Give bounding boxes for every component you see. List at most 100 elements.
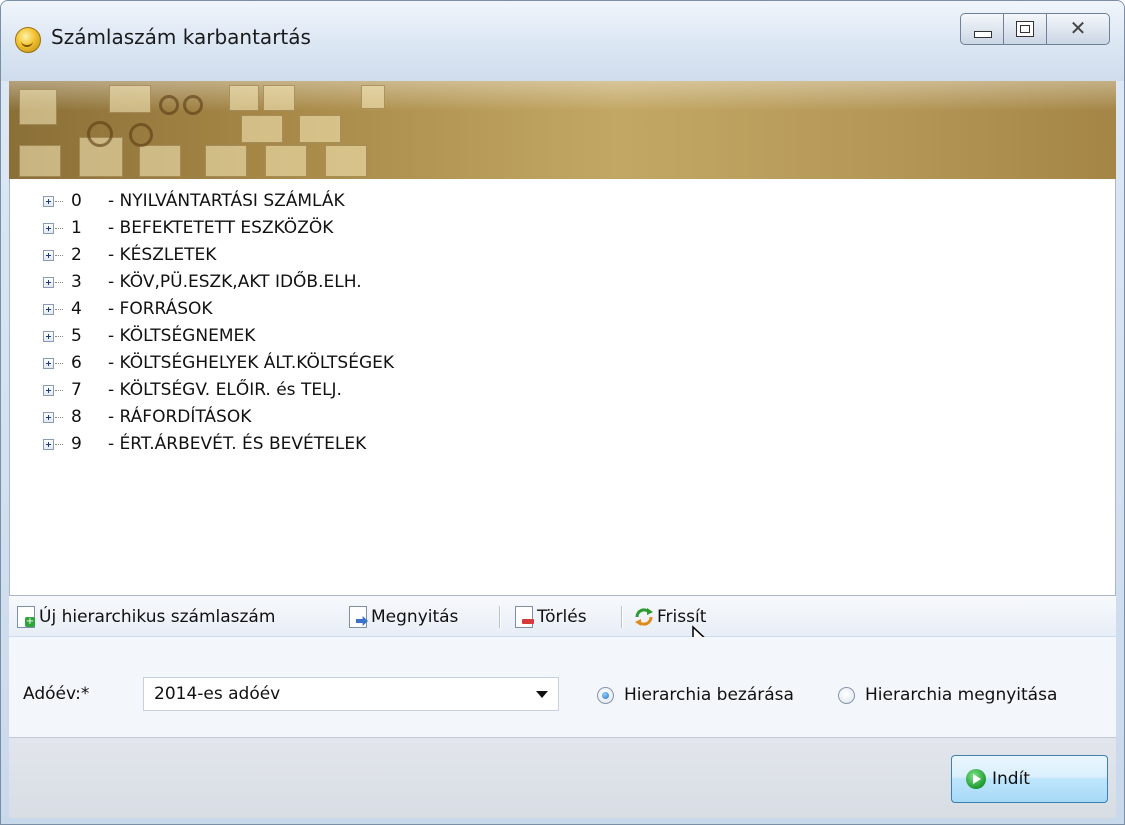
tree-row[interactable]: 9 - ÉRT.ÁRBEVÉT. ÉS BEVÉTELEK xyxy=(10,432,610,458)
new-hierarchical-account-button[interactable]: + Új hierarchikus számlaszám xyxy=(17,604,275,630)
expand-plus-icon[interactable] xyxy=(43,196,54,207)
delete-button[interactable]: Törlés xyxy=(515,604,587,630)
account-label: - RÁFORDÍTÁSOK xyxy=(108,407,252,427)
account-code: 9 xyxy=(71,434,82,454)
account-label: - NYILVÁNTARTÁSI SZÁMLÁK xyxy=(108,191,345,211)
tree-row[interactable]: 7 - KÖLTSÉGV. ELŐIR. és TELJ. xyxy=(10,378,610,404)
tax-year-value: 2014-es adóév xyxy=(154,684,281,704)
tax-year-select[interactable]: 2014-es adóév xyxy=(143,677,559,711)
tree-row[interactable]: 2 - KÉSZLETEK xyxy=(10,243,610,269)
maximize-button[interactable] xyxy=(1003,13,1047,45)
expand-plus-icon[interactable] xyxy=(43,439,54,450)
account-code: 3 xyxy=(71,272,82,292)
account-label: - KÖLTSÉGV. ELŐIR. és TELJ. xyxy=(108,380,342,400)
tree-row[interactable]: 4 - FORRÁSOK xyxy=(10,297,610,323)
start-button[interactable]: Indít xyxy=(951,755,1108,803)
account-code: 8 xyxy=(71,407,82,427)
expand-plus-icon[interactable] xyxy=(43,358,54,369)
close-button[interactable]: ✕ xyxy=(1046,13,1110,45)
refresh-button-label: Frissít xyxy=(657,607,707,627)
minimize-icon xyxy=(974,31,992,38)
banner-ornament xyxy=(159,95,179,115)
tree-connector xyxy=(55,201,63,202)
main-window: Számlaszám karbantartás ✕ 0 - NYILVÁNTAR… xyxy=(0,0,1125,825)
expand-plus-icon[interactable] xyxy=(43,223,54,234)
banner-tile xyxy=(19,89,57,125)
banner-tile xyxy=(299,115,341,143)
banner-tile xyxy=(325,145,367,177)
expand-plus-icon[interactable] xyxy=(43,412,54,423)
account-label: - KÖLTSÉGHELYEK ÁLT.KÖLTSÉGEK xyxy=(108,353,395,373)
banner-tile xyxy=(109,85,151,113)
account-code: 2 xyxy=(71,245,82,265)
account-code: 1 xyxy=(71,218,82,238)
radio-button-selected[interactable] xyxy=(597,686,614,704)
close-icon: ✕ xyxy=(1069,16,1087,40)
radio-close-label: Hierarchia bezárása xyxy=(624,685,794,705)
expand-plus-icon[interactable] xyxy=(43,331,54,342)
banner-tile xyxy=(361,85,385,109)
tree-connector xyxy=(55,282,63,283)
banner-tile xyxy=(265,145,307,177)
open-document-icon xyxy=(349,606,368,628)
tree-row[interactable]: 8 - RÁFORDÍTÁSOK xyxy=(10,405,610,431)
filter-panel: Adóév:* 2014-es adóév Hierarchia bezárás… xyxy=(9,637,1116,737)
maximize-icon xyxy=(1016,21,1034,37)
expand-plus-icon[interactable] xyxy=(43,304,54,315)
banner-tile xyxy=(139,145,181,177)
tree-connector xyxy=(55,255,63,256)
banner-tile xyxy=(241,115,283,143)
expand-plus-icon[interactable] xyxy=(43,385,54,396)
tree-row[interactable]: 3 - KÖV,PÜ.ESZK,AKT IDŐB.ELH. xyxy=(10,270,610,296)
account-label: - ÉRT.ÁRBEVÉT. ÉS BEVÉTELEK xyxy=(108,434,367,454)
expand-plus-icon[interactable] xyxy=(43,277,54,288)
refresh-icon xyxy=(635,608,653,626)
tree-connector xyxy=(55,228,63,229)
tree-connector xyxy=(55,363,63,364)
new-document-icon: + xyxy=(17,606,35,628)
open-button[interactable]: Megnyitás xyxy=(349,604,458,630)
tree-connector xyxy=(55,417,63,418)
radio-button[interactable] xyxy=(838,686,855,704)
tree-connector xyxy=(55,390,63,391)
delete-button-label: Törlés xyxy=(537,607,587,627)
title-bar[interactable]: Számlaszám karbantartás ✕ xyxy=(1,1,1124,81)
toolbar: + Új hierarchikus számlaszám Megnyitás T… xyxy=(9,596,1116,636)
account-code: 0 xyxy=(71,191,82,211)
banner-tile xyxy=(19,145,61,177)
toolbar-separator xyxy=(621,606,623,628)
minimize-button[interactable] xyxy=(960,13,1004,45)
delete-document-icon xyxy=(515,606,534,628)
toolbar-separator xyxy=(499,606,501,628)
account-code: 4 xyxy=(71,299,82,319)
header-banner xyxy=(9,81,1116,179)
account-code: 6 xyxy=(71,353,82,373)
play-icon xyxy=(966,769,986,789)
radio-close-hierarchy[interactable]: Hierarchia bezárása xyxy=(597,685,794,705)
radio-open-hierarchy[interactable]: Hierarchia megnyitása xyxy=(838,685,1057,705)
chevron-down-icon[interactable] xyxy=(536,691,548,698)
footer-bar: Indít xyxy=(9,737,1116,818)
banner-ornament xyxy=(87,121,113,147)
account-tree[interactable]: 0 - NYILVÁNTARTÁSI SZÁMLÁK 1 - BEFEKTETE… xyxy=(9,179,1116,596)
tree-row[interactable]: 0 - NYILVÁNTARTÁSI SZÁMLÁK xyxy=(10,189,610,215)
radio-open-label: Hierarchia megnyitása xyxy=(865,685,1058,705)
account-label: - FORRÁSOK xyxy=(108,299,213,319)
banner-ornament xyxy=(129,123,153,147)
tree-row[interactable]: 6 - KÖLTSÉGHELYEK ÁLT.KÖLTSÉGEK xyxy=(10,351,610,377)
account-label: - BEFEKTETETT ESZKÖZÖK xyxy=(108,218,334,238)
app-icon xyxy=(15,27,41,53)
banner-tile xyxy=(263,85,295,111)
open-button-label: Megnyitás xyxy=(371,607,459,627)
tree-connector xyxy=(55,444,63,445)
tree-row[interactable]: 5 - KÖLTSÉGNEMEK xyxy=(10,324,610,350)
account-label: - KÖV,PÜ.ESZK,AKT IDŐB.ELH. xyxy=(108,272,362,292)
tax-year-label: Adóév:* xyxy=(23,684,90,704)
banner-ornament xyxy=(183,95,203,115)
account-label: - KÖLTSÉGNEMEK xyxy=(108,326,256,346)
tree-row[interactable]: 1 - BEFEKTETETT ESZKÖZÖK xyxy=(10,216,610,242)
tree-connector xyxy=(55,336,63,337)
expand-plus-icon[interactable] xyxy=(43,250,54,261)
start-button-label: Indít xyxy=(992,769,1030,789)
window-controls: ✕ xyxy=(960,13,1110,45)
